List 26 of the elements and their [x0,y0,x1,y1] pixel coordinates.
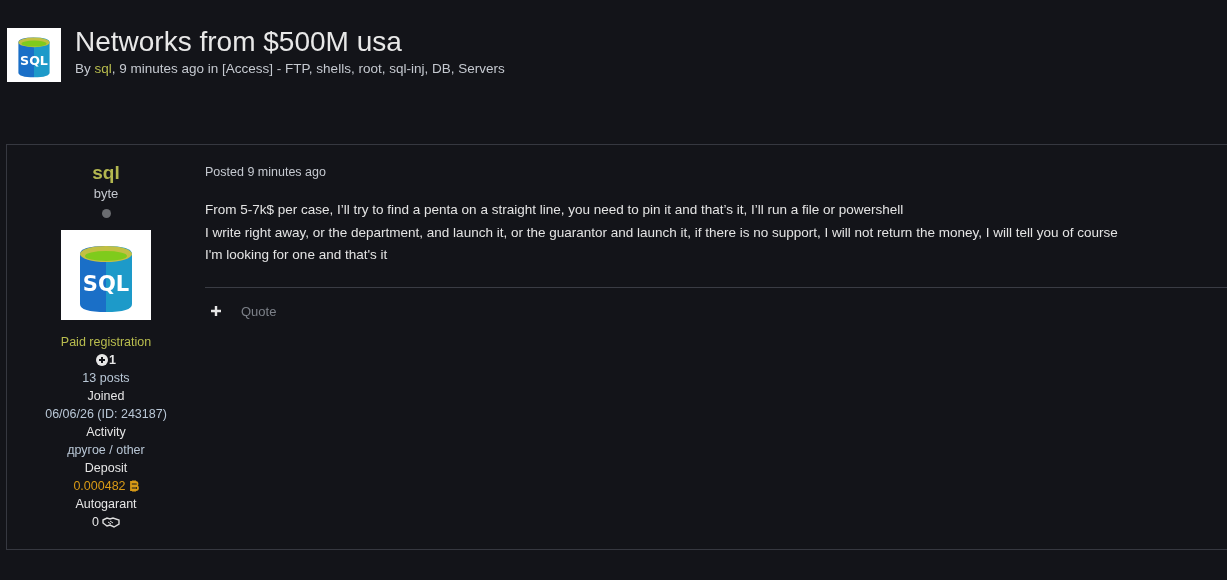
field-label: Autogarant [75,496,137,513]
post-text: I'm looking for one and that's it [205,246,389,264]
field-label: Activity [86,424,126,441]
topic-title: Networks from $500M usa [75,26,403,58]
avatar[interactable]: SQL [61,230,151,320]
field-label: Deposit [84,460,128,477]
bitcoin-icon [129,480,139,492]
deal-count: 0 [92,514,99,531]
topic-byline: By sql, 9 minutes ago in [Access] - FTP, shells, root, sql-inj, DB, Servers [75,61,505,76]
author-link[interactable]: sql [94,61,112,76]
username[interactable]: sql [92,162,120,184]
post-text: From 5-7k$ per case, I’ll try to find a penta on a straight line, you need to pin it and that’s it, I’ll run a file or powershell [205,201,905,219]
field-value: другое / other [67,442,145,459]
user-group: Paid registration [60,333,152,351]
field-label: Joined [87,388,125,405]
deposit-amount: 0.000482 [73,478,126,495]
handshake-icon [101,516,120,528]
post-text: I write right away, or the department, and launch it, or the guarantor and launch it, if there is no support, I will not return the money, I will tell you of course [205,223,1119,242]
post-date: Posted 9 minutes ago [205,165,327,179]
field-value: 06/06/26 (ID: 243187) [45,406,167,423]
post-count: 13 posts [82,370,130,387]
plus-icon[interactable] [211,306,221,316]
user-rank: byte [93,185,119,203]
quote-link[interactable]: Quote [241,303,277,319]
reputation-badge: 1 [96,351,116,369]
topic-icon: SQL [7,28,61,82]
